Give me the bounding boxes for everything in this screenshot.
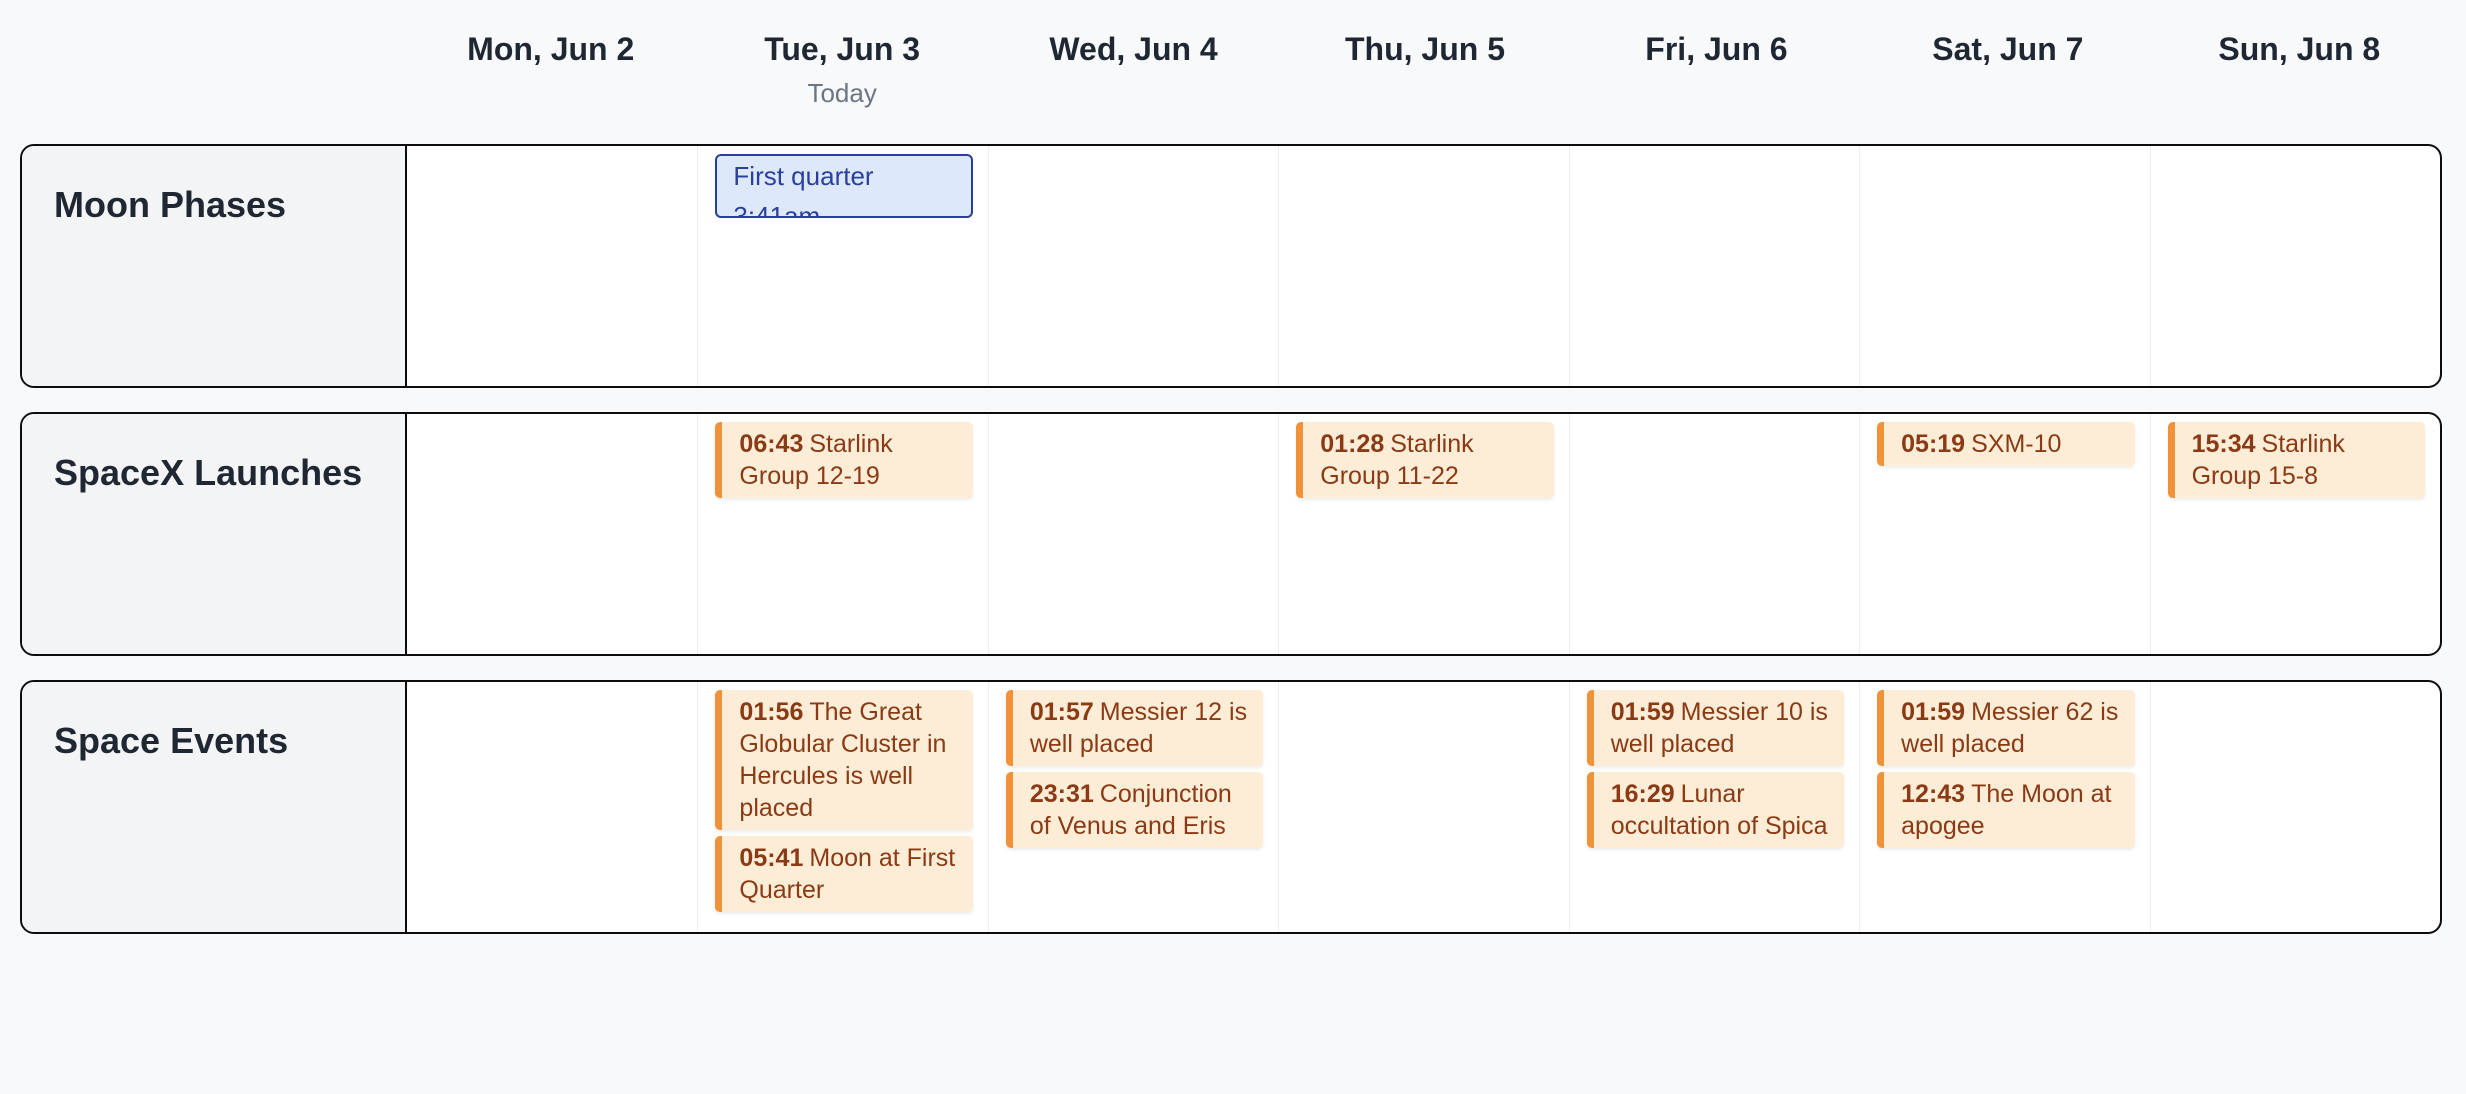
event-time: 12:43 [1901,780,1966,808]
space-event[interactable]: 23:31 Conjunction of Venus and Eris [1005,772,1264,848]
event-name: First quarter [733,161,874,191]
day-cell[interactable]: 01:59 Messier 10 is well placed 16:29 Luna… [1568,682,1859,932]
today-label: Today [807,78,877,108]
day-label: Fri, Jun 6 [1645,31,1788,67]
day-cell[interactable] [407,146,697,386]
day-label: Thu, Jun 5 [1344,31,1505,67]
event-time: 01:56 [739,698,804,726]
row-cells: 01:56 The Great Globular Cluster in Hercu… [407,682,2440,932]
day-cell[interactable]: 01:59 Messier 62 is well placed 12:43 The … [1859,682,2149,932]
day-cell[interactable] [2149,682,2440,932]
day-cell[interactable] [1568,146,1859,386]
calendar-row-moon-phases: Moon Phases First quarter 3:41am [20,144,2442,388]
space-event[interactable]: 16:29 Lunar occultation of Spica [1586,772,1845,848]
day-label: Wed, Jun 4 [1049,31,1218,67]
day-label: Mon, Jun 2 [467,31,635,67]
day-header: Mon, Jun 2 Tue, Jun 3 Today Wed, Jun 4 T… [405,18,2445,118]
event-time: 15:34 [2191,430,2256,458]
day-cell[interactable]: 01:56 The Great Globular Cluster in Hercu… [697,682,987,932]
day-cell[interactable] [407,414,697,654]
day-cell[interactable] [1859,146,2149,386]
day-cell[interactable] [1568,414,1859,654]
day-cell[interactable]: 06:43 Starlink Group 12-19 [697,414,987,654]
event-time: 3:41am [733,201,821,218]
calendar-app: Mon, Jun 2 Tue, Jun 3 Today Wed, Jun 4 T… [0,0,2466,1094]
row-title: Moon Phases [22,146,407,386]
row-cells: 06:43 Starlink Group 12-19 01:28 Starlink … [407,414,2440,654]
row-cells: First quarter 3:41am [407,146,2440,386]
event-time: 16:29 [1610,780,1675,808]
space-event[interactable]: 01:56 The Great Globular Cluster in Hercu… [715,690,973,830]
day-header-mon[interactable]: Mon, Jun 2 [405,18,696,118]
event-time: 06:43 [739,430,804,458]
day-cell[interactable] [2149,146,2440,386]
day-header-sun[interactable]: Sun, Jun 8 [2154,18,2445,118]
day-label: Sat, Jun 7 [1932,31,2084,67]
calendar-row-spacex-launches: SpaceX Launches 06:43 Starlink Group 12-1… [20,412,2442,656]
day-header-thu[interactable]: Thu, Jun 5 [1279,18,1570,118]
event-time: 01:57 [1029,698,1094,726]
moon-phase-event[interactable]: First quarter 3:41am [715,154,973,218]
event-time: 23:31 [1029,780,1094,808]
space-event[interactable]: 12:43 The Moon at apogee [1877,772,2135,848]
event-time: 01:28 [1320,430,1385,458]
day-header-fri[interactable]: Fri, Jun 6 [1571,18,1862,118]
day-header-tue[interactable]: Tue, Jun 3 Today [696,18,987,118]
launch-event[interactable]: 01:28 Starlink Group 11-22 [1296,422,1554,498]
event-time: 05:19 [1901,430,1966,458]
day-cell[interactable] [1278,682,1568,932]
day-header-sat[interactable]: Sat, Jun 7 [1862,18,2153,118]
day-cell[interactable]: 01:57 Messier 12 is well placed 23:31 Conj… [987,682,1278,932]
day-cell[interactable] [987,146,1278,386]
event-time: 05:41 [739,844,804,872]
day-cell[interactable] [1278,146,1568,386]
row-title: Space Events [22,682,407,932]
day-cell[interactable]: 01:28 Starlink Group 11-22 [1278,414,1568,654]
event-time: 01:59 [1610,698,1675,726]
day-header-wed[interactable]: Wed, Jun 4 [988,18,1279,118]
day-cell[interactable]: 15:34 Starlink Group 15-8 [2149,414,2440,654]
day-cell[interactable] [407,682,697,932]
space-event[interactable]: 01:59 Messier 62 is well placed [1877,690,2135,766]
space-event[interactable]: 01:57 Messier 12 is well placed [1005,690,1264,766]
space-event[interactable]: 05:41 Moon at First Quarter [715,836,973,912]
space-event[interactable]: 01:59 Messier 10 is well placed [1586,690,1845,766]
launch-event[interactable]: 06:43 Starlink Group 12-19 [715,422,973,498]
day-cell[interactable]: 05:19 SXM-10 [1859,414,2149,654]
launch-event[interactable]: 05:19 SXM-10 [1877,422,2135,466]
day-label: Sun, Jun 8 [2218,31,2381,67]
event-time: 01:59 [1901,698,1966,726]
launch-event[interactable]: 15:34 Starlink Group 15-8 [2167,422,2425,498]
day-cell[interactable] [987,414,1278,654]
calendar-row-space-events: Space Events 01:56 The Great Globular Clu… [20,680,2442,934]
row-title: SpaceX Launches [22,414,407,654]
day-label: Tue, Jun 3 [764,31,921,67]
day-cell[interactable]: First quarter 3:41am [697,146,987,386]
event-name: SXM-10 [1971,430,2062,458]
